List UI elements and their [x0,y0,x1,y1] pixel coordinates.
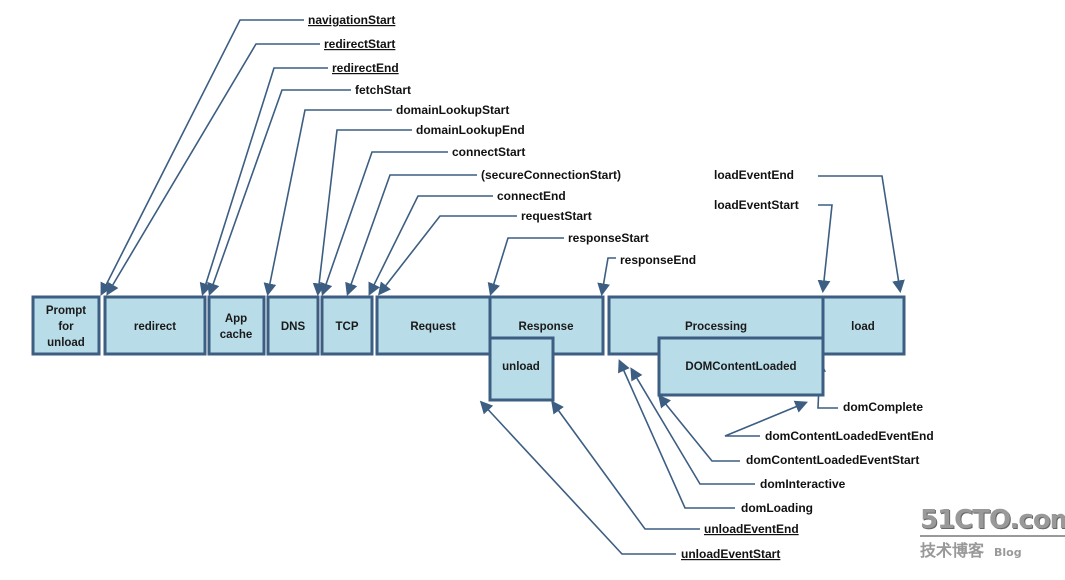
watermark-sub: 技术博客 [920,541,985,560]
event-label: responseStart [568,231,649,245]
event-label: requestStart [521,209,592,223]
leader-arrow [345,174,477,297]
leader-arrow [817,204,833,294]
box-label: unload [47,337,85,349]
event-label: domComplete [843,400,923,414]
event-label: connectEnd [497,189,566,203]
box-label: Response [519,321,574,333]
event-label: loadEventEnd [714,168,794,182]
phase-boxes [31,295,906,402]
event-label: domContentLoadedEventEnd [765,429,934,443]
event-label: domInteractive [760,477,846,491]
leader-arrow [263,109,392,297]
leader-arrow [378,215,517,296]
box-label: unload [502,361,540,373]
leader-arrow [320,151,448,297]
event-label: redirectEnd [332,61,399,75]
leader-arrow [368,195,493,296]
box-label: load [851,321,875,333]
box-label: Prompt [46,305,86,317]
leader-arrow [479,400,676,555]
box-label: DNS [281,321,306,333]
event-label: (secureConnectionStart) [481,168,621,182]
leader-arrow [818,175,905,294]
event-label: responseEnd [620,253,696,267]
event-label: domainLookupStart [396,103,509,117]
box-label: DOMContentLoaded [685,361,796,373]
leader-arrow [657,394,740,462]
box-label: Processing [685,321,747,333]
event-label: fetchStart [355,83,411,97]
event-label: domLoading [741,501,813,515]
event-label: domainLookupEnd [416,123,525,137]
event-label: redirectStart [324,37,395,51]
watermark-logo: 51CTO.com 技术博客 Blog [920,505,1065,561]
event-label: navigationStart [308,13,395,27]
event-label: domContentLoadedEventStart [746,453,919,467]
box-label: redirect [134,321,176,333]
event-label: unloadEventEnd [704,522,799,536]
box-label: Request [410,321,456,333]
navigation-timing-diagram: Prompt for unload redirect App cache DNS… [31,13,934,561]
leader-arrow [551,400,700,530]
box-label: cache [220,329,253,341]
watermark-site: 51CTO.com [920,505,1065,537]
box-label: for [58,321,74,333]
event-label: loadEventStart [714,198,799,212]
box-app-cache [207,295,266,356]
box-label: TCP [336,321,359,333]
leader-arrow [597,257,616,297]
event-label: connectStart [452,145,525,159]
event-label: unloadEventStart [681,547,780,561]
leader-arrow [487,237,564,297]
watermark-blog: Blog [994,546,1022,559]
box-label: App [225,313,247,325]
